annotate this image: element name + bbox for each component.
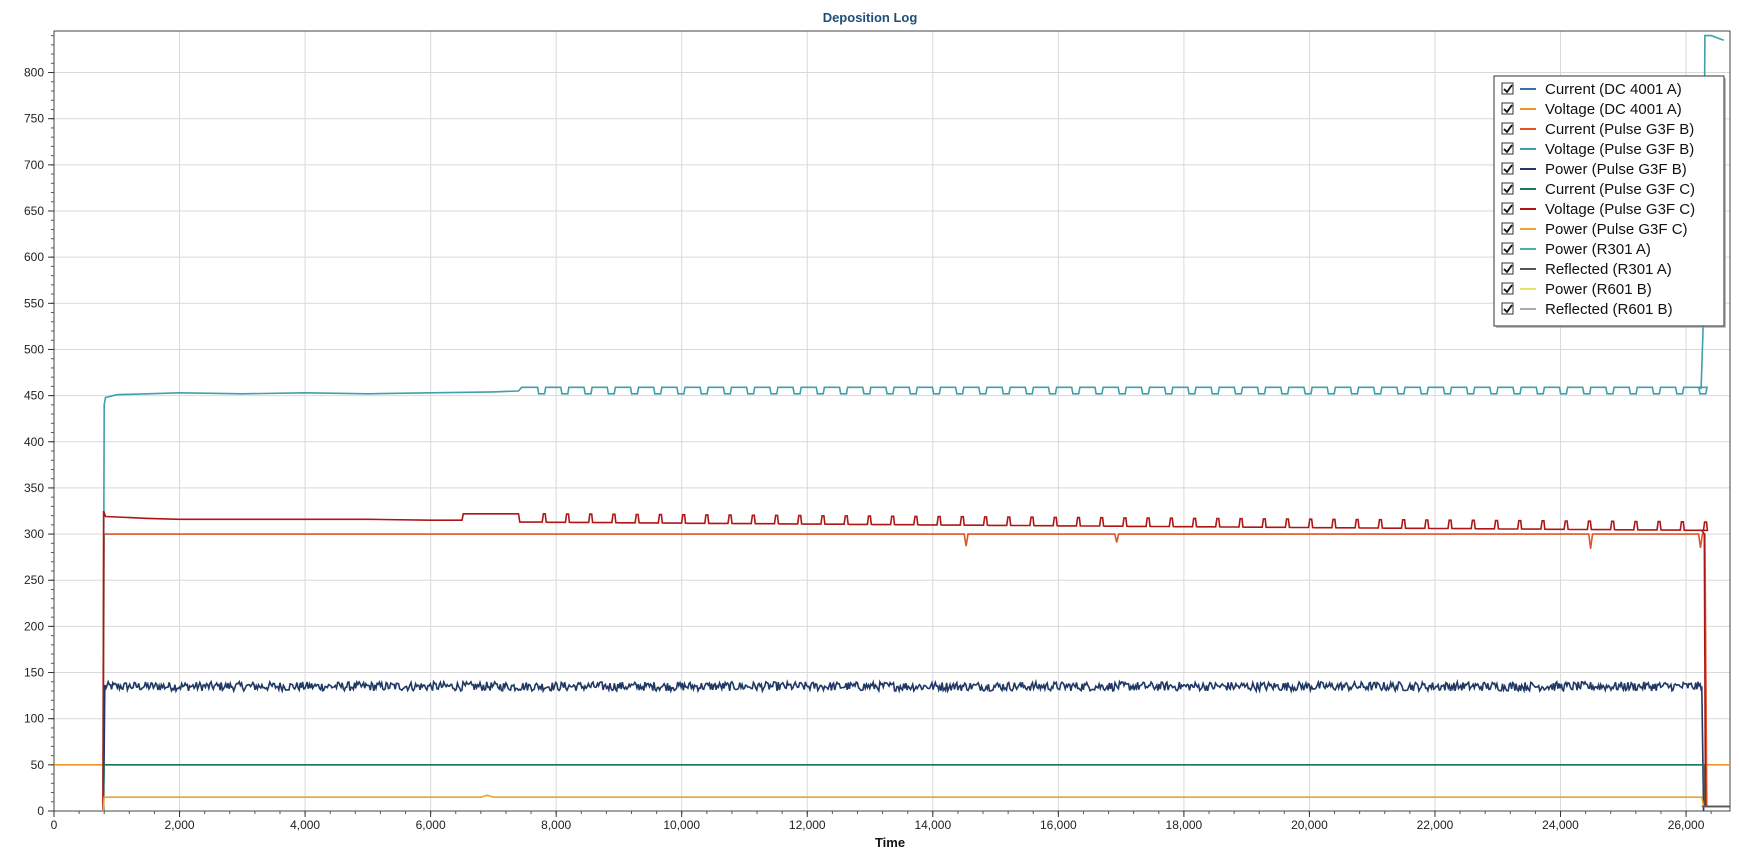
legend: Current (DC 4001 A) Voltage (DC 4001 A) Cu… bbox=[1493, 75, 1726, 328]
y-tick-label: 450 bbox=[24, 389, 44, 403]
y-tick-label: 250 bbox=[24, 573, 44, 587]
legend-label: Current (Pulse G3F B) bbox=[1545, 121, 1694, 138]
x-tick-label: 26,000 bbox=[1668, 818, 1705, 832]
x-tick-label: 10,000 bbox=[663, 818, 700, 832]
y-tick-label: 600 bbox=[24, 250, 44, 264]
legend-label: Power (Pulse G3F C) bbox=[1545, 221, 1688, 238]
legend-label: Reflected (R301 A) bbox=[1545, 261, 1672, 278]
y-tick-label: 300 bbox=[24, 527, 44, 541]
x-tick-label: 6,000 bbox=[416, 818, 446, 832]
y-tick-label: 550 bbox=[24, 296, 44, 310]
x-tick-label: 12,000 bbox=[789, 818, 826, 832]
grid-lines bbox=[53, 31, 1730, 812]
x-tick-label: 0 bbox=[51, 818, 58, 832]
x-tick-label: 22,000 bbox=[1417, 818, 1454, 832]
legend-label: Reflected (R601 B) bbox=[1545, 301, 1673, 318]
legend-label: Current (Pulse G3F C) bbox=[1545, 181, 1695, 198]
series-line-5 bbox=[102, 764, 1730, 811]
legend-label: Current (DC 4001 A) bbox=[1545, 81, 1682, 98]
legend-label: Power (Pulse G3F B) bbox=[1545, 161, 1687, 178]
y-tick-label: 350 bbox=[24, 481, 44, 495]
minor-ticks bbox=[51, 35, 1712, 814]
x-tick-label: 8,000 bbox=[541, 818, 571, 832]
series-line-7 bbox=[102, 794, 1730, 811]
legend-label: Voltage (Pulse G3F B) bbox=[1545, 141, 1694, 158]
legend-label: Voltage (Pulse G3F C) bbox=[1545, 201, 1695, 218]
legend-label: Power (R601 B) bbox=[1545, 281, 1652, 298]
y-tick-label: 500 bbox=[24, 342, 44, 356]
x-tick-label: 14,000 bbox=[914, 818, 951, 832]
x-axis-title: Time bbox=[875, 835, 905, 850]
y-tick-label: 150 bbox=[24, 666, 44, 680]
y-tick-label: 200 bbox=[24, 619, 44, 633]
y-tick-label: 0 bbox=[37, 804, 44, 818]
legend-label: Voltage (DC 4001 A) bbox=[1545, 101, 1682, 118]
y-tick-label: 50 bbox=[31, 758, 45, 772]
deposition-log-chart: Deposition Log Time 0 50 100 150 200 250 300 35… bbox=[0, 0, 1739, 850]
x-tick-label: 18,000 bbox=[1166, 818, 1203, 832]
y-tick-label: 750 bbox=[24, 112, 44, 126]
legend-label: Power (R301 A) bbox=[1545, 241, 1651, 258]
chart-title: Deposition Log bbox=[823, 10, 918, 25]
y-tick-label: 400 bbox=[24, 435, 44, 449]
x-tick-label: 24,000 bbox=[1542, 818, 1579, 832]
y-tick-label: 700 bbox=[24, 158, 44, 172]
x-tick-label: 20,000 bbox=[1291, 818, 1328, 832]
y-tick-label: 100 bbox=[24, 712, 44, 726]
x-tick-label: 16,000 bbox=[1040, 818, 1077, 832]
chart-svg: Deposition Log Time 0 50 100 150 200 250 300 35… bbox=[24, 10, 1731, 850]
y-tick-label: 650 bbox=[24, 204, 44, 218]
x-tick-label: 2,000 bbox=[165, 818, 195, 832]
x-tick-label: 4,000 bbox=[290, 818, 320, 832]
y-tick-label: 800 bbox=[24, 66, 44, 80]
series-line-4 bbox=[102, 678, 1705, 811]
series-line-6 bbox=[102, 510, 1730, 811]
series-line-3 bbox=[102, 34, 1724, 788]
